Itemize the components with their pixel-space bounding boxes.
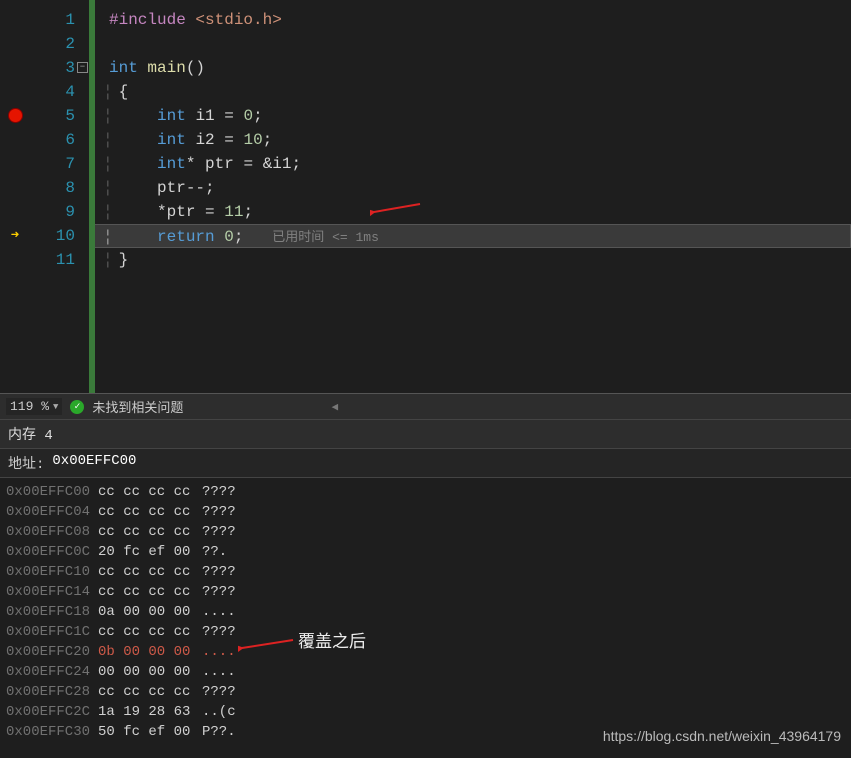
- memory-address-input[interactable]: 0x00EFFC00: [52, 453, 136, 473]
- memory-row-ascii: ....: [202, 642, 236, 662]
- code-line-current[interactable]: ¦ return 0; 已用时间 <= 1ms: [95, 224, 851, 248]
- memory-row[interactable]: 0x00EFFC10cc cc cc cc????: [0, 562, 851, 582]
- memory-row-addr: 0x00EFFC18: [6, 602, 98, 622]
- code-line[interactable]: ¦ int i2 = 10;: [95, 128, 851, 152]
- memory-row-addr: 0x00EFFC20: [6, 642, 98, 662]
- memory-row-addr: 0x00EFFC08: [6, 522, 98, 542]
- editor-gutter: ➜ 1 2 3 4 5 6 7 8 9 10 11: [0, 0, 85, 393]
- memory-row-ascii: ..(c: [202, 702, 236, 722]
- memory-row-hex: cc cc cc cc: [98, 562, 202, 582]
- editor-status-bar: 119 % ▼ ✓ 未找到相关问题 ◀: [0, 393, 851, 419]
- code-line[interactable]: ¦ {: [95, 80, 851, 104]
- memory-row-ascii: ....: [202, 602, 236, 622]
- scroll-left-icon[interactable]: ◀: [331, 400, 338, 414]
- memory-row-hex: 1a 19 28 63: [98, 702, 202, 722]
- memory-row-hex: 0a 00 00 00: [98, 602, 202, 622]
- memory-row-hex: 0b 00 00 00: [98, 642, 202, 662]
- memory-row-ascii: ??.: [202, 542, 227, 562]
- memory-row-addr: 0x00EFFC04: [6, 502, 98, 522]
- zoom-level-select[interactable]: 119 % ▼: [6, 398, 62, 415]
- memory-row-ascii: ????: [202, 562, 236, 582]
- memory-row[interactable]: 0x00EFFC180a 00 00 00....: [0, 602, 851, 622]
- code-area[interactable]: ➜ 1 2 3 4 5 6 7 8 9 10 11 #include <stdi…: [0, 0, 851, 393]
- watermark: https://blog.csdn.net/weixin_43964179: [603, 728, 841, 744]
- memory-row-ascii: ????: [202, 502, 236, 522]
- memory-row[interactable]: 0x00EFFC04cc cc cc cc????: [0, 502, 851, 522]
- memory-row-hex: 20 fc ef 00: [98, 542, 202, 562]
- memory-panel-title[interactable]: 内存 4: [0, 420, 851, 449]
- memory-row-hex: cc cc cc cc: [98, 482, 202, 502]
- breakpoint-icon[interactable]: [8, 108, 23, 123]
- memory-row[interactable]: 0x00EFFC200b 00 00 00....: [0, 642, 851, 662]
- memory-row-addr: 0x00EFFC30: [6, 722, 98, 742]
- memory-row-addr: 0x00EFFC24: [6, 662, 98, 682]
- code-editor: ➜ 1 2 3 4 5 6 7 8 9 10 11 #include <stdi…: [0, 0, 851, 420]
- elapsed-time-hint: 已用时间 <= 1ms: [272, 230, 379, 245]
- memory-row-ascii: P??.: [202, 722, 236, 742]
- preprocessor-token: #include: [109, 11, 186, 29]
- code-line[interactable]: [95, 32, 851, 56]
- annotation-label: 覆盖之后: [298, 632, 366, 652]
- memory-row-addr: 0x00EFFC1C: [6, 622, 98, 642]
- memory-row[interactable]: 0x00EFFC00cc cc cc cc????: [0, 482, 851, 502]
- memory-hex-view[interactable]: 覆盖之后 0x00EFFC00cc cc cc cc????0x00EFFC04…: [0, 478, 851, 746]
- code-line[interactable]: #include <stdio.h>: [95, 8, 851, 32]
- memory-row-ascii: ....: [202, 662, 236, 682]
- issues-status: 未找到相关问题: [92, 397, 183, 416]
- memory-row[interactable]: 0x00EFFC2400 00 00 00....: [0, 662, 851, 682]
- memory-row-ascii: ????: [202, 582, 236, 602]
- code-line[interactable]: −int main(): [95, 56, 851, 80]
- fold-minus-icon[interactable]: −: [77, 62, 88, 73]
- memory-row-ascii: ????: [202, 482, 236, 502]
- memory-row-addr: 0x00EFFC2C: [6, 702, 98, 722]
- memory-row-ascii: ????: [202, 682, 236, 702]
- memory-row[interactable]: 0x00EFFC0C20 fc ef 00 ??.: [0, 542, 851, 562]
- memory-row-addr: 0x00EFFC14: [6, 582, 98, 602]
- memory-row-hex: 50 fc ef 00: [98, 722, 202, 742]
- memory-row[interactable]: 0x00EFFC28cc cc cc cc????: [0, 682, 851, 702]
- memory-row-addr: 0x00EFFC0C: [6, 542, 98, 562]
- zoom-level-value: 119 %: [10, 399, 49, 414]
- memory-row-hex: cc cc cc cc: [98, 682, 202, 702]
- code-line[interactable]: ¦ int i1 = 0;: [95, 104, 851, 128]
- memory-row[interactable]: 0x00EFFC1Ccc cc cc cc????: [0, 622, 851, 642]
- memory-row-addr: 0x00EFFC28: [6, 682, 98, 702]
- code-body[interactable]: #include <stdio.h> −int main() ¦ { ¦ int…: [89, 0, 851, 393]
- memory-row-hex: cc cc cc cc: [98, 622, 202, 642]
- code-line[interactable]: ¦ }: [95, 248, 851, 272]
- memory-address-bar: 地址: 0x00EFFC00: [0, 449, 851, 478]
- memory-row-hex: cc cc cc cc: [98, 582, 202, 602]
- code-line[interactable]: ¦ *ptr = 11;: [95, 200, 851, 224]
- check-circle-icon: ✓: [70, 400, 84, 414]
- code-line[interactable]: ¦ int* ptr = &i1;: [95, 152, 851, 176]
- memory-row-hex: 00 00 00 00: [98, 662, 202, 682]
- chevron-down-icon: ▼: [53, 402, 58, 412]
- memory-row[interactable]: 0x00EFFC14cc cc cc cc????: [0, 582, 851, 602]
- memory-panel: 内存 4 地址: 0x00EFFC00 覆盖之后 0x00EFFC00cc cc…: [0, 420, 851, 746]
- memory-row-ascii: ????: [202, 522, 236, 542]
- memory-row-addr: 0x00EFFC00: [6, 482, 98, 502]
- memory-row-addr: 0x00EFFC10: [6, 562, 98, 582]
- memory-row-hex: cc cc cc cc: [98, 522, 202, 542]
- memory-row[interactable]: 0x00EFFC08cc cc cc cc????: [0, 522, 851, 542]
- memory-row-hex: cc cc cc cc: [98, 502, 202, 522]
- glyph-margin[interactable]: ➜: [0, 8, 30, 393]
- memory-row-ascii: ????: [202, 622, 236, 642]
- code-line[interactable]: ¦ ptr--;: [95, 176, 851, 200]
- execution-pointer-icon: ➜: [0, 224, 30, 248]
- memory-address-label: 地址:: [8, 453, 44, 473]
- memory-row[interactable]: 0x00EFFC2C1a 19 28 63..(c: [0, 702, 851, 722]
